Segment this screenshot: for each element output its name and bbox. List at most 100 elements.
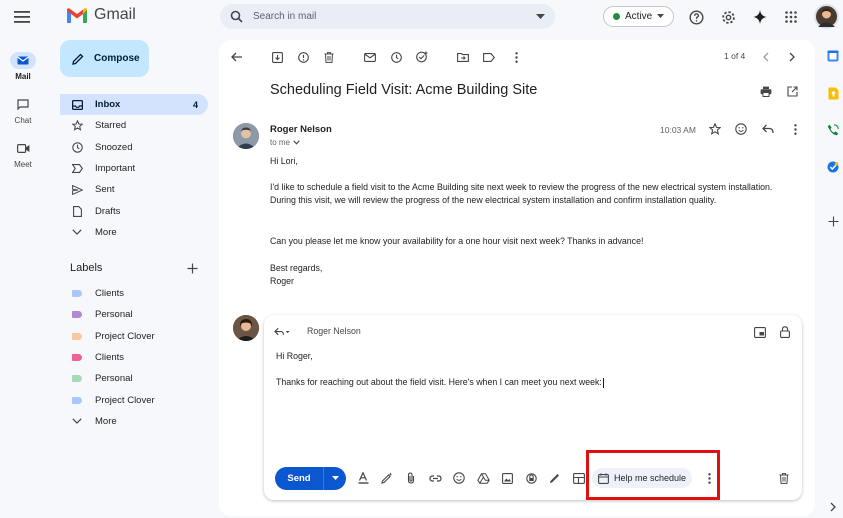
nav-item-starred[interactable]: Starred [60,115,208,136]
label-name: Clients [95,288,125,300]
insert-signature-icon[interactable] [548,471,562,485]
label-item[interactable]: Personal [60,368,208,389]
reply-greeting[interactable]: Hi Roger, [276,350,796,363]
delete-icon[interactable] [321,49,337,65]
get-add-ons-plus-icon[interactable] [826,214,840,228]
emoji-reaction-icon[interactable] [733,121,749,137]
mark-unread-icon[interactable] [362,49,378,65]
main-menu-icon[interactable] [12,7,32,27]
layouts-icon[interactable] [572,471,586,485]
expand-side-panel-icon[interactable] [826,500,840,514]
search-input[interactable]: Search in mail [253,11,536,22]
older-chevron-icon[interactable] [784,49,800,65]
email-time: 10:03 AM [660,125,696,135]
report-spam-icon[interactable] [295,49,311,65]
label-item[interactable]: Clients [60,347,208,368]
nav-item-inbox[interactable]: Inbox 4 [60,94,208,116]
label-item[interactable]: Project Clover [60,389,208,410]
insert-link-icon[interactable] [428,471,442,485]
gemini-sparkle-icon[interactable] [751,8,769,26]
search-icon[interactable] [230,10,243,23]
insert-photo-icon[interactable] [500,471,514,485]
discard-draft-icon[interactable] [777,471,791,485]
gmail-logo[interactable]: Gmail [66,6,136,24]
clock-icon [70,141,84,153]
rail-meet[interactable]: Meet [6,140,40,169]
status-dropdown[interactable]: Active [603,6,675,27]
chevron-down-icon [70,229,84,236]
ai-write-pen-icon[interactable] [380,471,394,485]
archive-icon[interactable] [269,49,285,65]
google-keep-icon[interactable] [826,86,840,100]
label-tag-icon [72,332,82,340]
snooze-clock-icon[interactable] [388,49,404,65]
attach-file-icon[interactable] [404,471,418,485]
rail-mail[interactable]: Mail [6,52,40,81]
label-item[interactable]: Clients [60,283,208,304]
star-icon[interactable] [707,121,723,137]
apps-grid-icon[interactable] [782,8,800,26]
google-voice-phone-icon[interactable] [826,123,840,137]
unread-count: 4 [192,99,198,110]
nav-item-sent[interactable]: Sent [60,179,208,200]
rail-meet-label: Meet [14,160,32,169]
label-tag-icon [72,290,82,298]
google-calendar-icon[interactable] [826,49,840,63]
google-tasks-icon[interactable] [826,160,840,174]
nav-item-snoozed[interactable]: Snoozed [60,137,208,158]
nav-label: Drafts [95,205,121,217]
sender-name[interactable]: Roger Nelson [270,124,332,135]
to-me-label: to me [270,138,291,147]
newer-chevron-icon[interactable] [758,49,774,65]
insert-emoji-icon[interactable] [452,471,466,485]
nav-item-drafts[interactable]: Drafts [60,200,208,221]
reply-body[interactable]: Thanks for reaching out about the field … [276,376,796,389]
reply-type-icon[interactable] [274,324,290,340]
formatting-options-icon[interactable] [356,471,370,485]
message-more-icon[interactable] [787,121,803,137]
nav-label: More [95,226,117,238]
mail-icon [10,52,36,69]
labels-more-label: More [95,415,117,427]
pop-out-reply-icon[interactable] [752,324,768,340]
label-name: Project Clover [95,394,155,406]
account-avatar[interactable] [814,4,839,29]
nav-item-more[interactable]: More [60,222,208,243]
sender-avatar[interactable] [233,123,259,149]
more-options-icon[interactable] [508,49,524,65]
add-to-tasks-icon[interactable] [414,49,430,65]
open-new-window-icon[interactable] [784,83,800,99]
recipient-details[interactable]: to me [270,138,300,147]
send-button[interactable]: Send [275,467,346,490]
help-icon[interactable] [687,8,705,26]
reply-recipient[interactable]: Roger Nelson [307,326,361,336]
compose-button[interactable]: Compose [60,40,149,77]
search-options-icon[interactable] [536,13,545,20]
nav-item-important[interactable]: Important [60,158,208,179]
label-tag-icon [72,354,82,362]
google-drive-icon[interactable] [476,471,490,485]
label-tag-icon [72,375,82,383]
back-arrow-icon[interactable] [229,49,245,65]
move-to-icon[interactable] [455,49,471,65]
rail-chat[interactable]: Chat [6,96,40,125]
chevron-down-icon [293,140,300,145]
confidential-mode-icon[interactable] [524,471,538,485]
active-status-dot [613,13,620,20]
search-bar[interactable]: Search in mail [220,4,555,29]
pagination-text: 1 of 4 [724,51,746,61]
app-name: Gmail [94,6,136,23]
schedule-send-dropdown-icon[interactable] [324,476,346,481]
print-icon[interactable] [758,83,774,99]
nav-label: Sent [95,184,115,196]
settings-gear-icon[interactable] [719,8,737,26]
reply-icon[interactable] [760,121,776,137]
label-icon[interactable] [481,49,497,65]
label-item[interactable]: Personal [60,304,208,325]
label-item[interactable]: Project Clover [60,326,208,347]
email-greeting: Hi Lori, [270,156,298,166]
labels-more[interactable]: More [60,411,208,432]
add-label-icon[interactable] [187,263,198,274]
confidential-lock-icon[interactable] [777,324,793,340]
email-signature: Roger [270,276,294,286]
